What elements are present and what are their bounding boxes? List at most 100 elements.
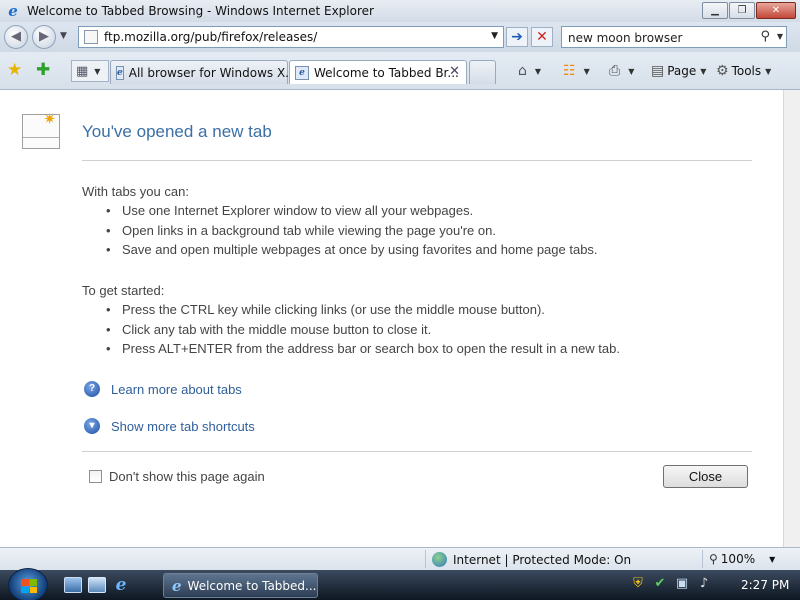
list-item: Use one Internet Explorer window to view… bbox=[106, 203, 598, 223]
close-tab-icon[interactable]: ✕ bbox=[449, 64, 460, 79]
print-button[interactable]: ⎙ ▼ bbox=[609, 61, 634, 81]
close-button[interactable]: Close bbox=[663, 465, 748, 488]
tab-list-dropdown-icon[interactable]: ▼ bbox=[94, 67, 100, 76]
security-shield-icon[interactable]: ⛨ bbox=[630, 576, 646, 592]
print-dropdown-icon[interactable]: ▼ bbox=[628, 67, 634, 76]
ie-quicklaunch-icon[interactable]: e bbox=[112, 577, 130, 594]
new-tab-icon: ✷ bbox=[22, 110, 60, 149]
zoom-dropdown-icon[interactable]: ▼ bbox=[769, 555, 775, 564]
home-dropdown-icon[interactable]: ▼ bbox=[535, 67, 541, 76]
quick-tabs-button[interactable]: ▦ ▼ bbox=[71, 60, 109, 82]
show-desktop-icon[interactable] bbox=[64, 577, 82, 593]
list-item: Click any tab with the middle mouse butt… bbox=[106, 322, 620, 342]
windows-logo-icon bbox=[21, 579, 37, 593]
page-content: ✷ You've opened a new tab With tabs you … bbox=[0, 90, 783, 547]
feeds-dropdown-icon[interactable]: ▼ bbox=[584, 67, 590, 76]
dont-show-again-checkbox[interactable] bbox=[89, 470, 102, 483]
zoom-control[interactable]: ⚲ 100% ▼ bbox=[709, 552, 775, 566]
tabs-bullet-list: Use one Internet Explorer window to view… bbox=[106, 203, 598, 262]
tab-label: Welcome to Tabbed Br... bbox=[314, 65, 459, 80]
dont-show-again-row[interactable]: Don't show this page again bbox=[89, 469, 265, 484]
tools-menu-button[interactable]: ⚙ Tools ▼ bbox=[716, 61, 771, 81]
taskbar-item-ie[interactable]: e Welcome to Tabbed... bbox=[163, 573, 318, 598]
home-icon: ⌂ bbox=[518, 63, 527, 79]
title-bar: e Welcome to Tabbed Browsing - Windows I… bbox=[0, 0, 800, 22]
zoom-level: 100% bbox=[720, 552, 756, 566]
zone-text: Internet | Protected Mode: On bbox=[453, 552, 632, 567]
show-more-shortcuts-link[interactable]: ▾ Show more tab shortcuts bbox=[84, 418, 255, 434]
close-window-button[interactable]: ✕ bbox=[756, 2, 796, 19]
tab-ie-icon: e bbox=[295, 65, 309, 80]
get-started-heading: To get started: bbox=[82, 283, 165, 298]
page-menu-label: Page bbox=[667, 64, 697, 78]
status-separator bbox=[425, 550, 426, 568]
minimize-button[interactable]: ▁ bbox=[702, 2, 728, 19]
clock[interactable]: 2:27 PM bbox=[741, 578, 789, 592]
new-tab-icon-line bbox=[23, 137, 59, 138]
get-started-bullet-list: Press the CTRL key while clicking links … bbox=[106, 302, 620, 361]
tools-dropdown-icon[interactable]: ▼ bbox=[765, 67, 771, 76]
learn-more-label[interactable]: Learn more about tabs bbox=[111, 382, 242, 397]
search-icon[interactable]: ⚲ bbox=[760, 29, 770, 44]
dont-show-again-label: Don't show this page again bbox=[109, 469, 265, 484]
status-bar: Internet | Protected Mode: On ⚲ 100% ▼ bbox=[0, 547, 800, 570]
go-button[interactable]: ➔ bbox=[506, 27, 528, 47]
security-zone[interactable]: Internet | Protected Mode: On bbox=[432, 552, 631, 567]
stop-button[interactable]: ✕ bbox=[531, 27, 553, 47]
vertical-scrollbar[interactable] bbox=[783, 90, 800, 547]
quick-tabs-icon: ▦ bbox=[76, 63, 89, 79]
tab-page-icon: e bbox=[116, 65, 124, 80]
divider bbox=[82, 160, 752, 161]
list-item: Press ALT+ENTER from the address bar or … bbox=[106, 341, 620, 361]
tools-menu-label: Tools bbox=[731, 64, 762, 78]
favorites-center-icon[interactable]: ★ bbox=[7, 62, 22, 79]
feeds-button[interactable]: ☷ ▼ bbox=[563, 61, 590, 81]
volume-icon[interactable]: ♪ bbox=[696, 576, 712, 592]
ie-logo-icon: e bbox=[8, 2, 18, 20]
sparkle-icon: ✷ bbox=[43, 110, 56, 128]
window-title: Welcome to Tabbed Browsing - Windows Int… bbox=[27, 4, 374, 18]
page-menu-button[interactable]: ▤ Page ▼ bbox=[651, 61, 706, 81]
update-check-icon[interactable]: ✔ bbox=[652, 576, 668, 592]
switch-windows-icon[interactable] bbox=[88, 577, 106, 593]
show-more-label[interactable]: Show more tab shortcuts bbox=[111, 419, 255, 434]
gear-icon: ⚙ bbox=[716, 63, 729, 79]
list-item: Open links in a background tab while vie… bbox=[106, 223, 598, 243]
home-button[interactable]: ⌂ ▼ bbox=[518, 61, 541, 81]
back-button[interactable]: ◀ bbox=[4, 25, 28, 49]
search-box[interactable]: new moon browser ⚲ ▼ bbox=[561, 26, 787, 48]
page-icon bbox=[84, 30, 98, 44]
network-icon[interactable]: ▣ bbox=[674, 576, 690, 592]
ie-logo-icon: e bbox=[172, 576, 182, 595]
add-to-favorites-icon[interactable]: ✚ bbox=[36, 62, 50, 79]
status-separator bbox=[702, 550, 703, 568]
tab-bar: ★ ✚ ▦ ▼ e All browser for Windows X... e… bbox=[0, 52, 800, 90]
page-dropdown-icon[interactable]: ▼ bbox=[700, 67, 706, 76]
page-icon: ▤ bbox=[651, 63, 665, 79]
forward-button[interactable]: ▶ bbox=[32, 25, 56, 49]
new-tab-button[interactable] bbox=[469, 60, 496, 84]
recent-pages-dropdown-icon[interactable]: ▼ bbox=[60, 31, 67, 41]
expand-icon: ▾ bbox=[84, 418, 100, 434]
search-options-dropdown-icon[interactable]: ▼ bbox=[777, 32, 783, 41]
globe-icon bbox=[432, 552, 447, 567]
search-input[interactable]: new moon browser bbox=[568, 31, 682, 45]
system-tray: ⛨ ✔ ▣ ♪ bbox=[630, 576, 718, 592]
window-controls: ▁ ❐ ✕ bbox=[701, 2, 796, 19]
help-icon: ? bbox=[84, 381, 100, 397]
address-input[interactable]: ftp.mozilla.org/pub/firefox/releases/ bbox=[104, 30, 317, 44]
tab-welcome[interactable]: e Welcome to Tabbed Br... ✕ bbox=[289, 60, 467, 84]
page-title: You've opened a new tab bbox=[82, 122, 272, 141]
list-item: Save and open multiple webpages at once … bbox=[106, 242, 598, 262]
rss-feed-icon: ☷ bbox=[563, 63, 576, 79]
printer-icon: ⎙ bbox=[609, 63, 621, 79]
tabs-heading: With tabs you can: bbox=[82, 184, 189, 199]
maximize-button[interactable]: ❐ bbox=[729, 2, 755, 19]
taskbar-item-label: Welcome to Tabbed... bbox=[187, 578, 317, 593]
address-dropdown-icon[interactable]: ▼ bbox=[491, 31, 498, 41]
learn-more-link[interactable]: ? Learn more about tabs bbox=[84, 381, 242, 397]
start-button[interactable] bbox=[8, 568, 48, 600]
zoom-icon: ⚲ bbox=[709, 552, 718, 566]
address-bar[interactable]: ftp.mozilla.org/pub/firefox/releases/ ▼ bbox=[78, 26, 504, 48]
tab-all-browser[interactable]: e All browser for Windows X... bbox=[110, 60, 297, 84]
